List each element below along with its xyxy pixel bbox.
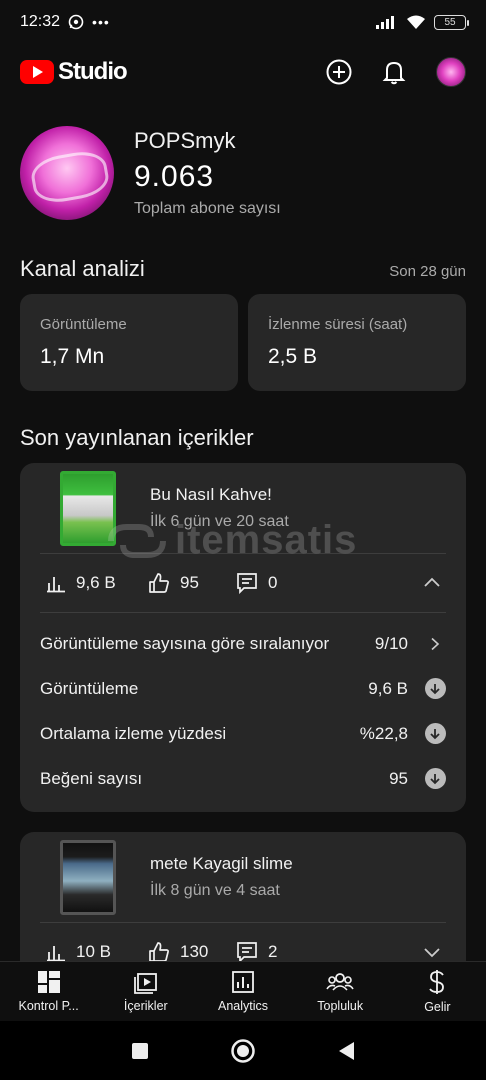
chevron-right-icon	[431, 637, 440, 650]
signal-icon	[376, 16, 394, 29]
views-detail-label: Görüntüleme	[40, 678, 139, 698]
channel-analytics-header: Kanal analizi Son 28 gün	[20, 256, 466, 282]
views-stat: 9,6 B	[46, 573, 148, 593]
subscriber-count: 9.063	[134, 160, 215, 193]
status-bar: 12:32 ••• 55	[0, 0, 486, 44]
wifi-icon	[407, 15, 425, 29]
comments-value: 0	[268, 573, 278, 592]
watch-time-metric-label: İzlenme süresi (saat)	[268, 316, 408, 333]
nav-community-label: Topluluk	[317, 999, 364, 1013]
views-stat: 10 B	[46, 942, 148, 962]
views-value: 9,6 B	[76, 573, 116, 592]
video-title: mete Kayagil slime	[150, 854, 293, 873]
arrow-down-icon[interactable]	[424, 768, 446, 789]
video-thumbnail[interactable]	[60, 471, 116, 546]
watch-time-metric-value: 2,5 B	[268, 345, 318, 368]
video-header[interactable]: mete Kayagil slime İlk 8 gün ve 4 saat	[20, 832, 466, 922]
views-metric-value: 1,7 Mn	[40, 345, 105, 368]
channel-avatar	[20, 126, 114, 220]
video-period: İlk 8 gün ve 4 saat	[150, 882, 280, 899]
nav-content-label: İçerikler	[123, 999, 168, 1013]
nav-earn[interactable]: Gelir	[389, 962, 486, 1021]
likes-detail-value: 95	[389, 768, 408, 788]
likes-value: 95	[180, 573, 199, 592]
analytics-icon	[232, 971, 254, 993]
views-detail-value: 9,6 B	[368, 678, 408, 698]
comments-stat: 0	[236, 572, 277, 594]
nav-dashboard-label: Kontrol P...	[18, 999, 79, 1013]
create-icon[interactable]	[326, 59, 352, 85]
nav-community[interactable]: Topluluk	[292, 962, 389, 1021]
views-metric-label: Görüntüleme	[40, 316, 127, 333]
dashboard-icon	[37, 971, 60, 993]
like-thumb-icon	[149, 942, 169, 962]
youtube-studio-logo[interactable]: Studio	[20, 58, 128, 86]
video-title: Bu Nasıl Kahve!	[150, 485, 272, 504]
likes-stat: 95	[148, 572, 236, 594]
likes-detail-label: Beğeni sayısı	[40, 768, 143, 788]
views-value: 10 B	[76, 942, 111, 961]
nav-dashboard[interactable]: Kontrol P...	[0, 962, 97, 1021]
youtube-play-icon	[20, 60, 54, 84]
notifications-bell-icon[interactable]	[382, 59, 406, 85]
content-icon	[133, 973, 157, 994]
watch-time-metric-card[interactable]: İzlenme süresi (saat) 2,5 B	[248, 294, 466, 391]
video-stats: 9,6 B 95 0	[20, 554, 466, 612]
battery-indicator: 55	[434, 14, 469, 30]
home-icon[interactable]	[230, 1038, 256, 1064]
account-avatar[interactable]	[436, 57, 466, 87]
recent-content-title: Son yayınlanan içerikler	[20, 425, 254, 450]
more-notifications-icon: •••	[92, 14, 110, 30]
arrow-down-icon[interactable]	[424, 723, 446, 744]
rank-label: Görüntüleme sayısına göre sıralanıyor	[40, 633, 330, 653]
status-time: 12:32	[20, 13, 61, 30]
recent-apps-icon[interactable]	[130, 1041, 150, 1061]
video-header[interactable]: Bu Nasıl Kahve! İlk 6 gün ve 20 saat	[20, 463, 466, 553]
battery-level: 55	[444, 16, 456, 28]
views-detail-row: Görüntüleme 9,6 B	[20, 666, 466, 711]
avg-view-percentage-value: %22,8	[359, 723, 408, 743]
community-icon	[326, 973, 354, 991]
subscriber-label: Toplam abone sayısı	[134, 200, 281, 217]
chevron-up-icon[interactable]	[422, 573, 442, 593]
video-thumbnail[interactable]	[60, 840, 116, 915]
earn-icon	[429, 970, 445, 994]
app-bar: Studio	[0, 48, 486, 96]
studio-wordmark: Studio	[58, 58, 128, 85]
arrow-down-icon[interactable]	[424, 678, 446, 699]
views-metric-card[interactable]: Görüntüleme 1,7 Mn	[20, 294, 238, 391]
likes-detail-row: Beğeni sayısı 95	[20, 756, 466, 801]
likes-value: 130	[180, 942, 209, 961]
likes-stat: 130	[148, 941, 236, 963]
channel-analytics-title: Kanal analizi	[20, 256, 145, 281]
video-period: İlk 6 gün ve 20 saat	[150, 513, 289, 530]
video-card: Bu Nasıl Kahve! İlk 6 gün ve 20 saat 9,6…	[20, 463, 466, 812]
channel-header: POPSmyk 9.063 Toplam abone sayısı	[20, 126, 281, 220]
system-navigation	[0, 1021, 486, 1080]
back-icon[interactable]	[336, 1040, 356, 1062]
bottom-navigation: Kontrol P... İçerikler Analytics Toplulu…	[0, 961, 486, 1021]
nav-content[interactable]: İçerikler	[97, 962, 194, 1021]
comment-icon	[237, 573, 257, 594]
views-bar-chart-icon	[47, 577, 65, 593]
analytics-period: Son 28 gün	[389, 263, 466, 280]
like-thumb-icon	[149, 573, 169, 593]
comments-value: 2	[268, 942, 278, 961]
comments-stat: 2	[236, 941, 277, 963]
avg-view-percentage-row: Ortalama izleme yüzdesi %22,8	[20, 711, 466, 756]
comment-icon	[237, 942, 257, 963]
rank-value: 9/10	[374, 633, 408, 653]
nav-analytics[interactable]: Analytics	[194, 962, 291, 1021]
channel-name: POPSmyk	[134, 128, 236, 153]
whatsapp-icon	[68, 14, 84, 30]
avg-view-percentage-label: Ortalama izleme yüzdesi	[40, 723, 227, 743]
rank-row[interactable]: Görüntüleme sayısına göre sıralanıyor 9/…	[20, 621, 466, 666]
nav-analytics-label: Analytics	[217, 999, 269, 1013]
chevron-down-icon[interactable]	[422, 942, 442, 962]
recent-content-header: Son yayınlanan içerikler	[20, 425, 466, 451]
views-bar-chart-icon	[47, 946, 65, 962]
nav-earn-label: Gelir	[424, 1000, 451, 1014]
